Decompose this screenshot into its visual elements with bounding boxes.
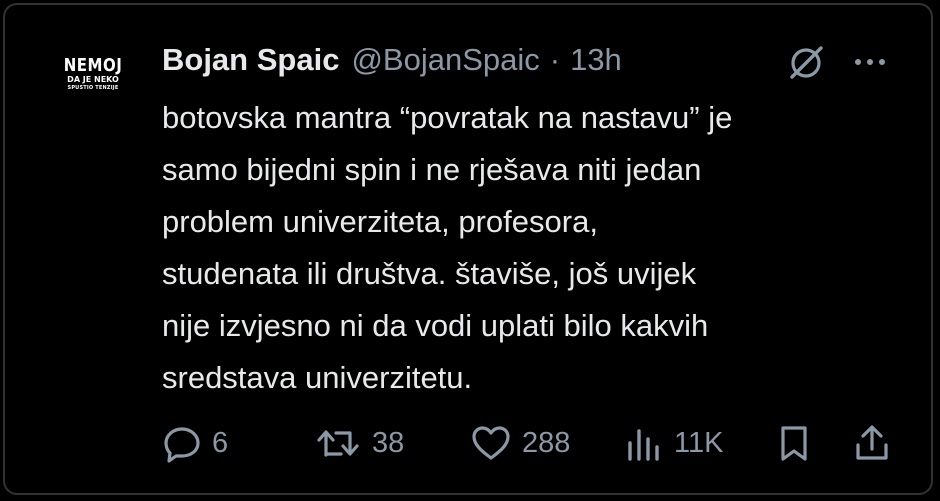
bookmark-button[interactable] xyxy=(774,423,814,463)
share-icon xyxy=(852,423,892,463)
tweet-text: botovska mantra “povratak na nastavu” je… xyxy=(162,100,733,395)
views-icon xyxy=(624,423,664,463)
heart-icon xyxy=(470,423,512,463)
share-button[interactable] xyxy=(852,423,892,463)
avatar-line-2: DA JE NEKO xyxy=(67,75,119,84)
avatar-line-3: SPUSTIO TENZIJE xyxy=(67,85,119,91)
more-icon[interactable] xyxy=(850,55,890,74)
avatar[interactable]: NEMOJ DA JE NEKO SPUSTIO TENZIJE xyxy=(56,54,130,118)
reply-icon xyxy=(162,423,202,463)
avatar-line-1: NEMOJ xyxy=(63,54,123,76)
repost-button[interactable]: 38 xyxy=(314,423,404,463)
repost-icon xyxy=(314,423,362,463)
tweet-header: Bojan Spaic @BojanSpaic · 13h xyxy=(162,40,622,80)
like-count: 288 xyxy=(522,426,571,459)
repost-count: 38 xyxy=(372,426,405,459)
views-button[interactable]: 11K xyxy=(624,423,723,463)
reply-button[interactable]: 6 xyxy=(162,423,228,463)
author-name[interactable]: Bojan Spaic xyxy=(162,42,339,78)
grok-icon[interactable] xyxy=(786,42,826,87)
like-button[interactable]: 288 xyxy=(470,423,570,463)
tweet-time[interactable]: 13h xyxy=(570,42,622,78)
views-count: 11K xyxy=(674,426,724,459)
reply-count: 6 xyxy=(212,426,229,459)
bookmark-icon xyxy=(774,423,814,463)
tweet-top-icons xyxy=(786,42,890,87)
separator-dot: · xyxy=(549,42,561,77)
action-bar: 6 38 288 11K xyxy=(162,423,892,463)
author-handle[interactable]: @BojanSpaic xyxy=(351,42,539,78)
